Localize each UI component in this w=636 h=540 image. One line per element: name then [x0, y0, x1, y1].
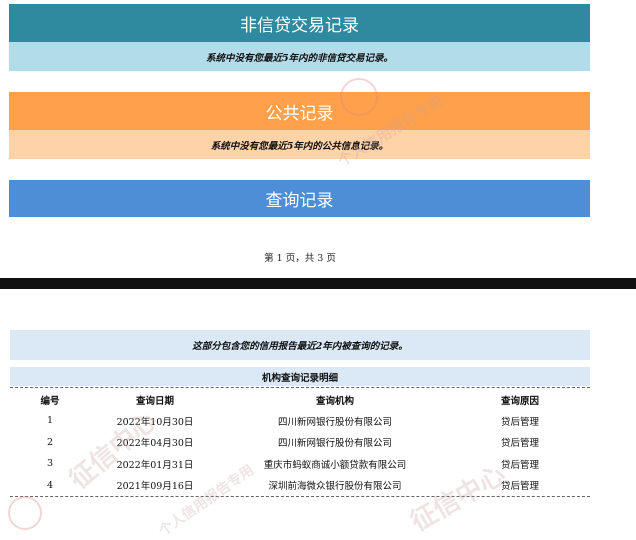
column-header-no: 编号 [40, 396, 60, 407]
query-org: 重庆市蚂蚁商诚小额贷款有限公司 [263, 459, 407, 471]
public-record-section-note: 系统中没有您最近5年内的公共信息记录。 [9, 130, 590, 159]
query-date: 2022年04月30日 [116, 438, 194, 450]
non-credit-section-note: 系统中没有您最近5年内的非信贷交易记录。 [9, 42, 590, 71]
row-number: 3 [46, 458, 54, 470]
table-top-divider [10, 387, 590, 388]
query-org: 四川新网银行股份有限公司 [277, 416, 392, 428]
query-date: 2022年01月31日 [116, 459, 194, 471]
table-row: 4 2021年09月16日 深圳前海微众银行股份有限公司 贷后管理 [10, 475, 590, 497]
query-org: 四川新网银行股份有限公司 [277, 438, 392, 450]
inquiry-detail-subtitle: 机构查询记录明细 [10, 367, 590, 386]
table-header-row: 编号 查询日期 查询机构 查询原因 [10, 390, 590, 410]
inquiry-section-title: 查询记录 [9, 180, 590, 217]
table-row: 3 2022年01月31日 重庆市蚂蚁商诚小额贷款有限公司 贷后管理 [10, 453, 590, 475]
report-page-top: 非信贷交易记录 系统中没有您最近5年内的非信贷交易记录。 公共记录 系统中没有您… [0, 0, 636, 278]
table-row: 1 2022年10月30日 四川新网银行股份有限公司 贷后管理 [10, 410, 590, 432]
row-number: 4 [46, 479, 54, 491]
non-credit-section-title: 非信贷交易记录 [9, 4, 590, 42]
page-break-bar [0, 278, 636, 289]
query-reason: 贷后管理 [500, 481, 539, 493]
query-date: 2022年10月30日 [116, 416, 194, 428]
row-number: 2 [46, 436, 54, 448]
query-org: 深圳前海微众银行股份有限公司 [268, 481, 402, 493]
column-header-reason: 查询原因 [500, 396, 539, 407]
public-record-section-title: 公共记录 [9, 92, 590, 130]
inquiry-intro-text: 这部分包含您的信用报告最近2年内被查询的记录。 [10, 330, 590, 360]
column-header-org: 查询机构 [315, 396, 354, 407]
query-reason: 贷后管理 [500, 416, 539, 428]
table-row: 2 2022年04月30日 四川新网银行股份有限公司 贷后管理 [10, 432, 590, 454]
inquiry-table: 编号 查询日期 查询机构 查询原因 1 2022年10月30日 四川新网银行股份… [10, 390, 590, 496]
row-number: 1 [46, 415, 54, 427]
table-bottom-divider [10, 496, 590, 497]
column-header-date: 查询日期 [135, 396, 174, 407]
page-number: 第 1 页，共 3 页 [264, 253, 336, 264]
query-reason: 贷后管理 [500, 459, 539, 471]
query-reason: 贷后管理 [500, 438, 539, 450]
query-date: 2021年09月16日 [116, 481, 194, 493]
